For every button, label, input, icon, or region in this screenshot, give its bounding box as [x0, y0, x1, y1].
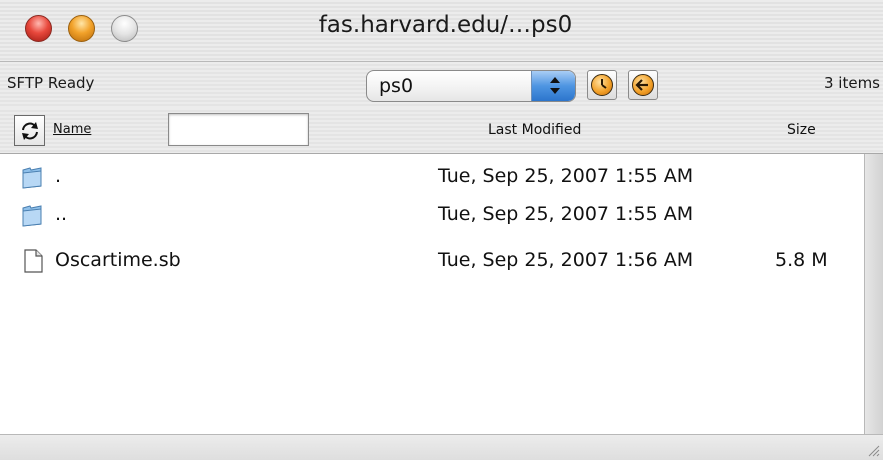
- folder-icon: [22, 167, 42, 189]
- file-row[interactable]: .. Tue, Sep 25, 2007 1:55 AM: [0, 198, 864, 232]
- connection-status: SFTP Ready: [7, 74, 95, 92]
- path-popup-menu[interactable]: ps0: [366, 70, 576, 102]
- window-title: fas.harvard.edu/…ps0: [0, 12, 883, 38]
- file-modified: Tue, Sep 25, 2007 1:55 AM: [438, 165, 694, 187]
- column-header: Name Last Modified Size: [0, 108, 883, 154]
- arrow-up-icon: [550, 77, 560, 83]
- back-arrow-icon: [632, 74, 654, 96]
- window-title-text: fas.harvard.edu/…ps0: [318, 12, 573, 38]
- refresh-button[interactable]: [14, 115, 45, 146]
- file-row[interactable]: . Tue, Sep 25, 2007 1:55 AM: [0, 160, 864, 194]
- back-button[interactable]: [628, 70, 658, 100]
- file-modified: Tue, Sep 25, 2007 1:56 AM: [438, 249, 694, 271]
- filter-input[interactable]: [168, 113, 309, 146]
- folder-icon: [22, 205, 42, 227]
- toolbar: SFTP Ready ps0 3 items: [0, 62, 883, 108]
- resize-grip-icon[interactable]: [866, 443, 880, 457]
- file-size: 5.8 M: [775, 249, 828, 271]
- file-name: .: [55, 165, 62, 187]
- file-modified: Tue, Sep 25, 2007 1:55 AM: [438, 203, 694, 225]
- document-icon: [24, 249, 43, 273]
- refresh-icon: [22, 122, 38, 140]
- file-row[interactable]: Oscartime.sb Tue, Sep 25, 2007 1:56 AM 5…: [0, 244, 864, 278]
- column-name[interactable]: Name: [53, 122, 91, 137]
- column-last-modified[interactable]: Last Modified: [488, 122, 581, 138]
- file-list: . Tue, Sep 25, 2007 1:55 AM .. Tue, Sep …: [0, 154, 864, 434]
- title-bar: fas.harvard.edu/…ps0: [0, 0, 883, 62]
- column-size[interactable]: Size: [787, 122, 816, 138]
- bottom-bar: [0, 434, 883, 460]
- path-popup-value: ps0: [379, 75, 414, 97]
- history-button[interactable]: [587, 70, 617, 100]
- file-name: ..: [55, 203, 68, 225]
- vertical-scrollbar[interactable]: [864, 154, 883, 434]
- arrow-down-icon: [550, 88, 560, 94]
- file-name: Oscartime.sb: [55, 249, 181, 271]
- items-count: 3 items: [823, 74, 880, 92]
- history-icon: [591, 74, 613, 96]
- popup-arrows-icon: [531, 71, 575, 101]
